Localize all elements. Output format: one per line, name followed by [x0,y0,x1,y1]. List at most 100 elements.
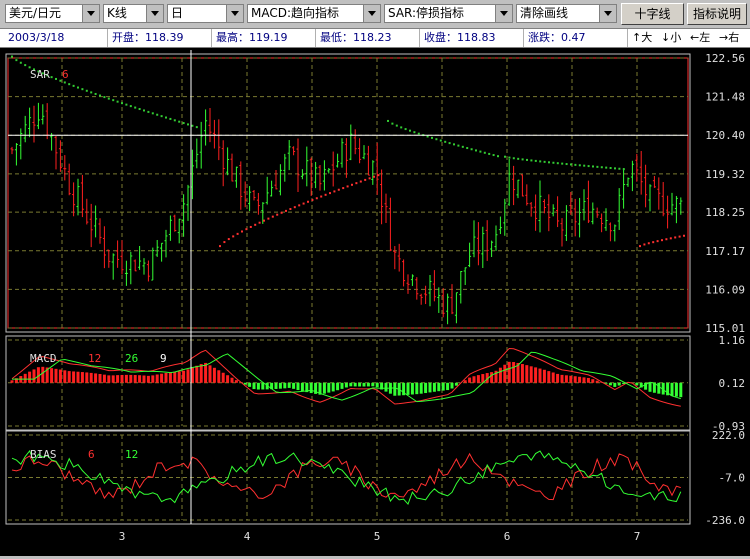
macd-tick-label: 1.16 [719,334,746,347]
sar-dot [475,149,477,152]
sar-dot [129,105,132,108]
currency-select[interactable]: 美元/日元 [5,4,100,23]
sar-dot [249,225,252,228]
sar-dot [570,163,572,166]
sar-dot [271,215,274,218]
sar-dot [351,183,353,186]
sar-dot [121,102,123,105]
sar-dot [191,124,194,127]
sar-dot [50,76,53,79]
sar-dot [470,148,473,151]
bias-indicator-label: BIAS [30,448,57,461]
sar-dot [315,197,318,200]
sar-dot [479,150,482,153]
sar-dot [377,174,380,177]
sar-dot [68,83,71,86]
sar-dot [302,202,305,205]
chevron-down-icon[interactable] [226,5,243,22]
crosshair-button[interactable]: 十字线 [621,3,684,25]
sar-dot [439,139,442,142]
sar-dot [683,234,685,237]
sar-dot [156,113,159,116]
x-axis-label: 4 [244,530,251,543]
sar-dot [609,167,612,170]
chart-type-select[interactable]: K线 [103,4,164,23]
sar-dot [63,81,66,84]
sar-dot [431,136,433,139]
indicator-help-button[interactable]: 指标说明 [687,3,747,25]
price-tick-label: 122.56 [705,52,745,65]
sar-dot [85,89,88,92]
sar-dot [488,152,491,155]
sar-dot [435,138,438,141]
sar-dot [592,165,594,168]
sar-dot [466,147,469,150]
sar-dot [346,185,349,188]
sar-dot [11,55,13,58]
sar-dot [112,99,115,102]
sar-dot [395,124,398,127]
price-tick-label: 118.25 [705,206,745,219]
clear-lines-select-value: 清除画线 [520,6,569,20]
sar-dot [669,237,672,240]
chevron-down-icon[interactable] [363,5,380,22]
sar-dot [508,156,511,159]
sar-dot [656,240,659,243]
quote-change: 涨跌：0.47 [524,29,628,47]
zoom-in-button[interactable]: ↑大 [632,29,652,47]
sar-dot [448,142,451,145]
bias-tick-label: -7.0 [719,472,746,485]
sar-dot [232,235,235,238]
scroll-right-button[interactable]: →右 [719,29,739,47]
sar-dot [103,96,106,99]
period-select[interactable]: 日 [167,4,244,23]
sar-param-label: 6 [62,68,69,81]
indicator1-select[interactable]: MACD:趋向指标 [247,4,381,23]
sar-dot [364,178,367,181]
chevron-down-icon[interactable] [599,5,616,22]
sar-dot [147,110,150,113]
bias-tick-label: 222.0 [712,429,745,442]
bias6-line [11,452,681,501]
sar-dot [227,238,230,241]
clear-lines-select[interactable]: 清除画线 [516,4,617,23]
sar-dot [107,97,110,100]
sar-dot [173,119,176,122]
sar-dot [665,238,668,241]
chevron-down-icon[interactable] [82,5,99,22]
sar-dot [280,211,283,214]
chart-area[interactable]: 122.56 121.48 120.40 119.32 118.25 117.17 116.… [0,48,750,556]
quote-low: 最低：118.23 [316,29,420,47]
sar-dot [254,223,257,226]
chevron-down-icon[interactable] [146,5,163,22]
sar-dot [552,161,555,164]
sar-dot [457,144,460,147]
sar-dot [596,165,599,168]
sar-dot [72,84,75,87]
sar-dot [504,155,506,158]
macd-tick-label: 0.12 [719,377,746,390]
sar-dot [497,155,499,158]
scroll-left-button[interactable]: ←左 [690,29,710,47]
sar-dot [444,140,447,143]
indicator2-select[interactable]: SAR:停损指标 [384,4,513,23]
sar-dot [219,245,221,248]
x-axis-label: 3 [119,530,126,543]
sar-dot [622,168,625,171]
sar-dot [134,106,137,109]
indicator1-select-value: MACD:趋向指标 [251,6,340,20]
bias-param-short: 6 [88,448,95,461]
zoom-out-button[interactable]: ↓小 [661,29,681,47]
sar-dot [263,219,265,222]
chart-canvas[interactable]: 122.56 121.48 120.40 119.32 118.25 117.17 116.… [0,48,750,556]
price-tick-label: 117.17 [705,245,745,258]
x-axis-label: 5 [374,530,381,543]
sar-dot [453,143,455,146]
sar-dot [426,135,429,138]
price-panel-border [7,57,689,329]
sar-dot [223,241,226,244]
sar-dot [526,158,528,161]
macd-param-slow: 26 [125,352,138,365]
sar-dot [258,221,261,224]
chevron-down-icon[interactable] [495,5,512,22]
